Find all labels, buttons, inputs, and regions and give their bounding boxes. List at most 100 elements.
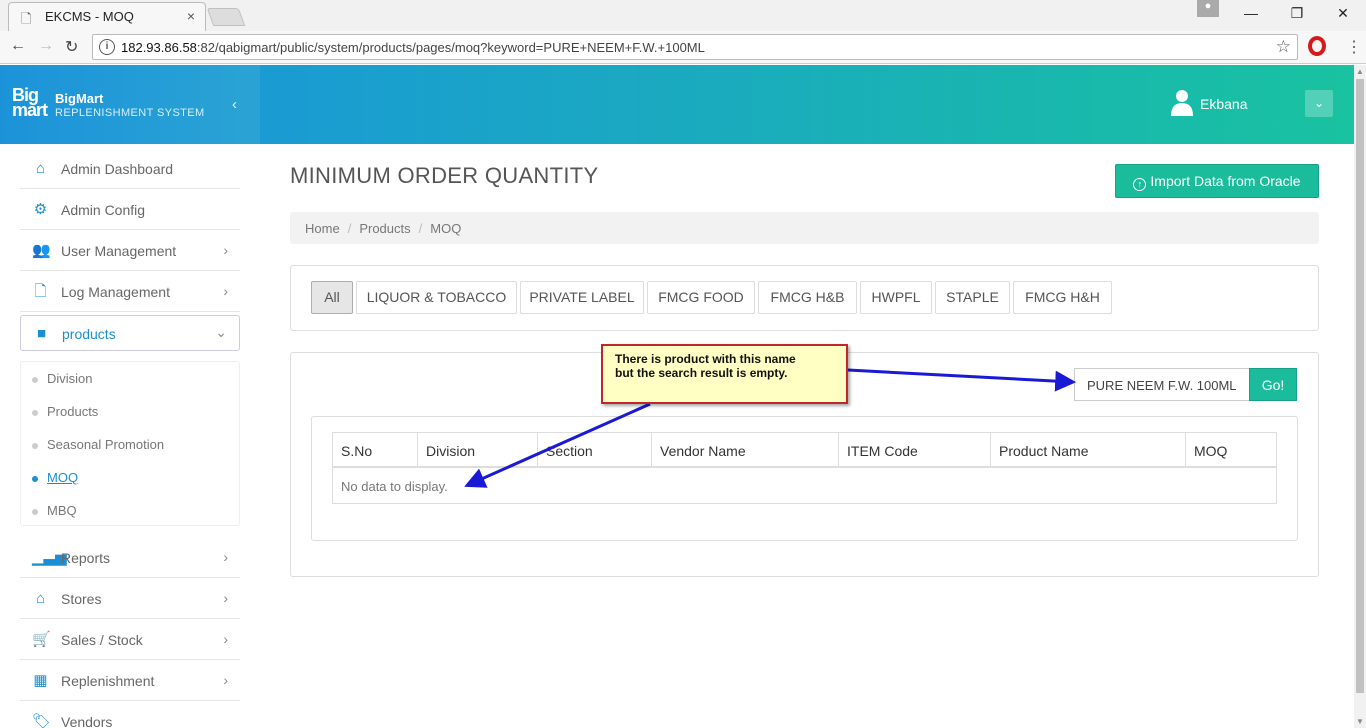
calendar-icon: ▦ xyxy=(33,672,48,689)
column-header-section[interactable]: Section xyxy=(538,433,652,466)
maximize-button[interactable]: ❐ xyxy=(1274,0,1320,28)
sidebar-item-admin-dashboard[interactable]: ⌂ Admin Dashboard xyxy=(20,148,240,189)
sidebar-item-products[interactable]: ■ products ⌄ xyxy=(20,315,240,351)
scroll-down-icon[interactable]: ▼ xyxy=(1356,717,1364,726)
new-tab-button[interactable] xyxy=(206,8,246,26)
breadcrumb-products[interactable]: Products xyxy=(359,221,410,236)
sidebar-item-label: Log Management xyxy=(61,284,170,300)
scrollbar-thumb[interactable] xyxy=(1356,79,1364,693)
user-dropdown-button[interactable]: ⌄ xyxy=(1305,90,1333,117)
chevron-right-icon: › xyxy=(223,590,228,606)
brand-name: BigMart xyxy=(55,91,104,106)
submenu-item-products[interactable]: Products xyxy=(32,404,98,419)
sidebar-item-label: Stores xyxy=(61,591,102,607)
chevron-down-icon: ⌄ xyxy=(215,324,227,340)
sidebar-item-replenishment[interactable]: ▦ Replenishment › xyxy=(20,660,240,701)
bookmark-star-icon[interactable]: ☆ xyxy=(1276,37,1291,57)
brand-subtitle: REPLENISHMENT SYSTEM xyxy=(55,107,205,119)
opera-icon[interactable] xyxy=(1308,36,1326,56)
forward-icon[interactable]: → xyxy=(38,37,54,55)
close-window-button[interactable]: ✕ xyxy=(1320,0,1366,28)
submenu-item-division[interactable]: Division xyxy=(32,371,93,386)
sidebar-item-log-management[interactable]: 🗋 Log Management › xyxy=(20,271,240,312)
bullet-icon xyxy=(32,377,38,383)
column-header-moq[interactable]: MOQ xyxy=(1186,433,1276,466)
chevron-right-icon: › xyxy=(223,631,228,647)
sidebar-collapse-icon[interactable]: ‹ xyxy=(232,96,237,113)
chevron-right-icon: › xyxy=(223,283,228,299)
chevron-right-icon: › xyxy=(223,672,228,688)
filter-all-button[interactable]: All xyxy=(311,281,353,314)
info-icon[interactable]: i xyxy=(99,39,115,55)
empty-table-message: No data to display. xyxy=(341,479,448,494)
breadcrumb-home[interactable]: Home xyxy=(305,221,340,236)
back-icon[interactable]: ← xyxy=(10,37,26,55)
chevron-right-icon: › xyxy=(223,242,228,258)
sidebar-item-label: Admin Dashboard xyxy=(61,161,174,177)
bullet-icon xyxy=(32,509,38,515)
annotation-line-2: but the search result is empty. xyxy=(615,366,788,380)
filter-private-label-button[interactable]: PRIVATE LABEL xyxy=(520,281,644,314)
browser-menu-icon[interactable]: ⋮ xyxy=(1346,37,1362,57)
bar-chart-icon: ▁▃▅ xyxy=(32,549,67,566)
breadcrumb: Home / Products / MOQ xyxy=(290,212,1319,244)
submenu-item-seasonal-promotion[interactable]: Seasonal Promotion xyxy=(32,437,164,452)
sidebar-item-vendors[interactable]: 🏷 Vendors xyxy=(20,701,240,728)
sidebar-item-label: Replenishment xyxy=(61,673,155,689)
column-header-sno[interactable]: S.No xyxy=(333,433,418,466)
products-submenu: Division Products Seasonal Promotion MOQ… xyxy=(20,361,240,526)
filter-fmcg-hh-button[interactable]: FMCG H&H xyxy=(1013,281,1112,314)
column-header-division[interactable]: Division xyxy=(418,433,538,466)
sidebar-item-label: Sales / Stock xyxy=(61,632,143,648)
filter-staple-button[interactable]: STAPLE xyxy=(935,281,1010,314)
column-header-vendor-name[interactable]: Vendor Name xyxy=(652,433,839,466)
filter-fmcg-food-button[interactable]: FMCG FOOD xyxy=(647,281,755,314)
submenu-item-mbq[interactable]: MBQ xyxy=(32,503,77,518)
username[interactable]: Ekbana xyxy=(1200,96,1247,112)
sidebar-item-label: Vendors xyxy=(61,714,113,728)
address-bar: ← → ↻ i 182.93.86.58:82/qabigmart/public… xyxy=(0,31,1366,64)
bullet-icon xyxy=(32,476,38,482)
sidebar-item-sales-stock[interactable]: 🛒 Sales / Stock › xyxy=(20,619,240,660)
sidebar-item-label: User Management xyxy=(61,243,177,259)
submenu-item-moq[interactable]: MOQ xyxy=(32,470,78,485)
gear-icon: ⚙ xyxy=(33,201,48,218)
sidebar-item-label: Reports xyxy=(61,550,111,566)
close-tab-icon[interactable]: × xyxy=(187,8,195,24)
tab-title: EKCMS - MOQ xyxy=(45,9,134,24)
file-icon: 🗋 xyxy=(34,283,47,300)
reload-icon[interactable]: ↻ xyxy=(65,37,78,57)
users-icon: 👥 xyxy=(32,242,51,259)
go-button[interactable]: Go! xyxy=(1249,368,1297,401)
window-controls: — ❐ ✕ xyxy=(1228,0,1366,28)
url-field[interactable]: i 182.93.86.58:82/qabigmart/public/syste… xyxy=(92,34,1298,60)
table-header: S.No Division Section Vendor Name ITEM C… xyxy=(333,433,1276,468)
filter-hwpfl-button[interactable]: HWPFL xyxy=(860,281,932,314)
scroll-up-icon[interactable]: ▲ xyxy=(1356,67,1364,76)
page-scrollbar[interactable]: ▲ ▼ xyxy=(1354,65,1366,728)
minimize-button[interactable]: — xyxy=(1228,0,1274,28)
page-title: MINIMUM ORDER QUANTITY xyxy=(290,163,599,188)
search-input[interactable]: PURE NEEM F.W. 100ML xyxy=(1074,368,1250,401)
page-icon: 🗋 xyxy=(21,11,32,26)
profile-icon[interactable]: ● xyxy=(1197,0,1219,17)
filter-fmcg-hb-button[interactable]: FMCG H&B xyxy=(758,281,857,314)
column-header-item-code[interactable]: ITEM Code xyxy=(839,433,991,466)
filter-liquor-tobacco-button[interactable]: LIQUOR & TOBACCO xyxy=(356,281,517,314)
cart-icon: 🛒 xyxy=(32,631,51,648)
bullet-icon xyxy=(32,410,38,416)
sidebar-item-stores[interactable]: ⌂ Stores › xyxy=(20,578,240,619)
column-header-product-name[interactable]: Product Name xyxy=(991,433,1186,466)
user-avatar-icon[interactable] xyxy=(1170,88,1194,116)
sidebar-item-user-management[interactable]: 👥 User Management › xyxy=(20,230,240,271)
briefcase-icon: ■ xyxy=(36,325,47,342)
home-icon: ⌂ xyxy=(35,590,46,607)
bigmart-logo[interactable]: Big mart xyxy=(12,86,48,119)
import-data-button[interactable]: ↑ Import Data from Oracle xyxy=(1115,164,1319,198)
browser-tab-bar: 🗋 EKCMS - MOQ × ● — ❐ ✕ xyxy=(0,0,1366,31)
sidebar-item-admin-config[interactable]: ⚙ Admin Config xyxy=(20,189,240,230)
sidebar-item-label: products xyxy=(62,326,116,342)
sidebar-item-reports[interactable]: ▁▃▅ Reports › xyxy=(20,537,240,578)
browser-tab[interactable]: 🗋 EKCMS - MOQ × xyxy=(8,2,206,31)
chevron-right-icon: › xyxy=(223,549,228,565)
